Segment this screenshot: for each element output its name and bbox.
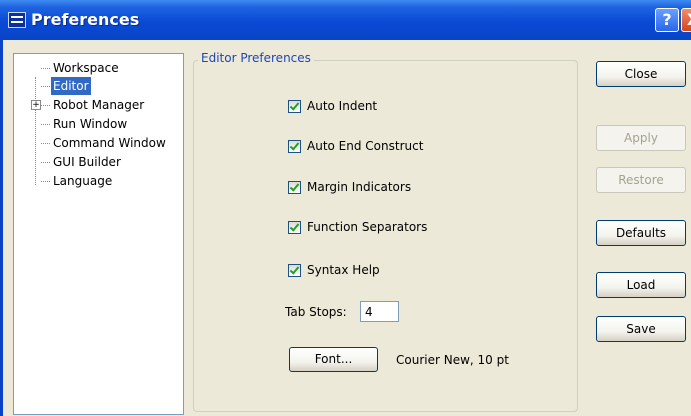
save-button[interactable]: Save	[596, 316, 686, 342]
tree-connector	[41, 68, 50, 69]
option-label: Syntax Help	[307, 263, 380, 277]
tab-stops-label: Tab Stops:	[285, 305, 347, 319]
tree-connector	[41, 86, 50, 87]
tree-item-label: Language	[53, 174, 113, 188]
auto-indent-checkbox[interactable]	[288, 100, 301, 113]
tree-item-label: Command Window	[53, 136, 166, 150]
app-icon	[8, 12, 26, 28]
restore-button[interactable]: Restore	[596, 167, 686, 193]
close-window-button[interactable]: X	[681, 8, 691, 32]
tree-item-label: Robot Manager	[53, 98, 145, 112]
tree-item-label: GUI Builder	[53, 155, 121, 169]
tree-connector	[41, 162, 50, 163]
dialog-body: Workspace Editor + Robot Manager Run Win…	[3, 40, 691, 416]
tree-connector	[41, 143, 50, 144]
apply-button[interactable]: Apply	[596, 125, 686, 151]
option-label: Function Separators	[307, 220, 428, 234]
defaults-button[interactable]: Defaults	[596, 220, 686, 246]
help-button[interactable]: ?	[655, 8, 679, 32]
tree-connector	[35, 77, 36, 185]
preferences-tree[interactable]: Workspace Editor + Robot Manager Run Win…	[13, 53, 184, 415]
font-button[interactable]: Font...	[289, 347, 378, 372]
tree-connector	[41, 105, 50, 106]
option-label: Margin Indicators	[307, 180, 412, 194]
syntax-help-checkbox[interactable]	[288, 264, 301, 277]
expand-plus-icon[interactable]: +	[31, 100, 41, 110]
load-button[interactable]: Load	[596, 272, 686, 298]
tree-item-label: Workspace	[53, 61, 119, 75]
window-title: Preferences	[31, 10, 140, 29]
margin-indicators-checkbox[interactable]	[288, 181, 301, 194]
auto-end-construct-checkbox[interactable]	[288, 140, 301, 153]
tree-item-label: Run Window	[53, 117, 128, 131]
group-title: Editor Preferences	[198, 51, 314, 65]
option-label: Auto Indent	[307, 99, 378, 113]
tree-connector	[41, 124, 50, 125]
preferences-window: Preferences ? X Workspace Editor + Robot…	[0, 0, 691, 416]
close-button[interactable]: Close	[596, 61, 686, 87]
editor-preferences-group	[193, 60, 578, 412]
tree-item-label: Editor	[51, 77, 91, 95]
option-label: Auto End Construct	[307, 139, 424, 153]
font-value: Courier New, 10 pt	[396, 353, 509, 367]
tab-stops-input[interactable]	[360, 301, 399, 322]
function-separators-checkbox[interactable]	[288, 221, 301, 234]
tree-connector	[41, 181, 50, 182]
title-bar[interactable]: Preferences ? X	[0, 0, 691, 40]
